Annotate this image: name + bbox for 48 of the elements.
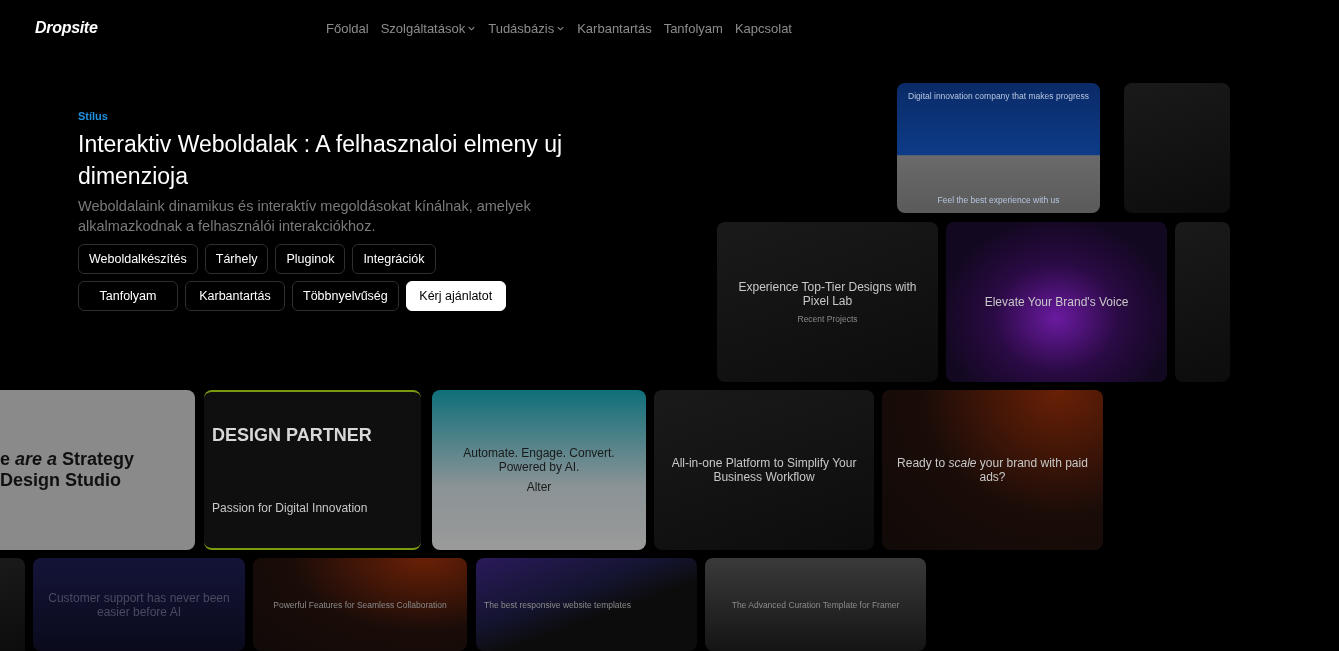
website-preview[interactable]: Elevate Your Brand's Voice [946, 222, 1167, 382]
nav-link[interactable]: Karbantartás [577, 20, 652, 36]
preview-headline: e are a Strategy Design Studio [0, 449, 136, 491]
website-preview[interactable]: DESIGN PARTNER Passion for Digital Innovation [204, 390, 421, 550]
preview-headline: All-in-one Platform to Simplify Your Business Workflow [670, 456, 858, 484]
nav-link[interactable]: Tanfolyam [663, 20, 723, 36]
preview-headline: Experience Top-Tier Designs with Pixel Lab [737, 280, 918, 308]
quote-button[interactable]: Kérj ajánlatot [405, 281, 506, 311]
preview-headline: Recent Projects [797, 314, 858, 324]
preview-headline: Customer support has never been easier before AI [47, 590, 231, 619]
preview-headline: Alter [526, 480, 552, 494]
preview-headline: DESIGN PARTNER [212, 424, 372, 446]
website-preview[interactable]: Digital innovation company that makes progress Feel the best experience with us [897, 83, 1100, 213]
website-preview[interactable]: Ready to scale your brand with paid ads? [882, 390, 1103, 550]
preview-headline: Ready to scale your brand with paid ads? [896, 456, 1089, 484]
category-label: Stílus [78, 110, 109, 122]
tag-button[interactable]: Tárhely [204, 244, 269, 274]
preview-headline: The Advanced Curation Template for Framer [731, 599, 900, 610]
nav-link[interactable]: Kapcsolat [734, 20, 792, 36]
tag-button[interactable]: Weboldalkészítés [78, 244, 198, 274]
hero-description: Weboldalaink dinamikus és interaktív megoldásokat kínálnak, amelyek alkalmazkodnak a felhasználói interakciókhoz. [78, 197, 532, 236]
preview-headline: Elevate Your Brand's Voice [984, 295, 1129, 309]
website-preview[interactable] [0, 558, 25, 651]
nav-link[interactable]: Szolgáltatások [380, 20, 477, 36]
preview-headline: Feel the best experience with us [937, 195, 1060, 205]
website-preview[interactable]: e are a Strategy Design Studio [0, 390, 195, 550]
website-preview[interactable]: The Advanced Curation Template for Framer [705, 558, 926, 651]
tag-button[interactable]: Tanfolyam [78, 281, 178, 311]
nav-link[interactable]: Főoldal [326, 20, 369, 36]
nav-link[interactable]: Tudásbázis [488, 20, 566, 36]
website-preview[interactable]: Powerful Features for Seamless Collaboration [253, 558, 467, 651]
preview-headline: Digital innovation company that makes progress [908, 91, 1089, 101]
tag-button[interactable]: Integrációk [352, 244, 436, 274]
tag-button[interactable]: Pluginok [275, 244, 346, 274]
tag-button[interactable]: Többnyelvűség [292, 281, 399, 311]
preview-headline: Powerful Features for Seamless Collaboration [273, 599, 447, 610]
preview-headline: The best responsive website templates [484, 599, 631, 610]
tag-button[interactable]: Karbantartás [185, 281, 285, 311]
website-preview[interactable] [1175, 222, 1230, 382]
website-preview[interactable]: The best responsive website templates [476, 558, 697, 651]
website-preview[interactable]: Automate. Engage. Convert. Powered by AI. Alter [432, 390, 646, 550]
website-preview[interactable] [1124, 83, 1230, 213]
website-preview[interactable]: All-in-one Platform to Simplify Your Business Workflow [654, 390, 874, 550]
hero-title: Interaktiv Weboldalak : A felhasznaloi elmeny uj dimenzioja [78, 130, 564, 191]
preview-headline: Passion for Digital Innovation [212, 501, 368, 516]
logo[interactable]: Dropsite [35, 19, 326, 37]
website-preview[interactable]: Experience Top-Tier Designs with Pixel Lab Recent Projects [717, 222, 938, 382]
preview-headline: Automate. Engage. Convert. Powered by AI. [462, 446, 616, 474]
